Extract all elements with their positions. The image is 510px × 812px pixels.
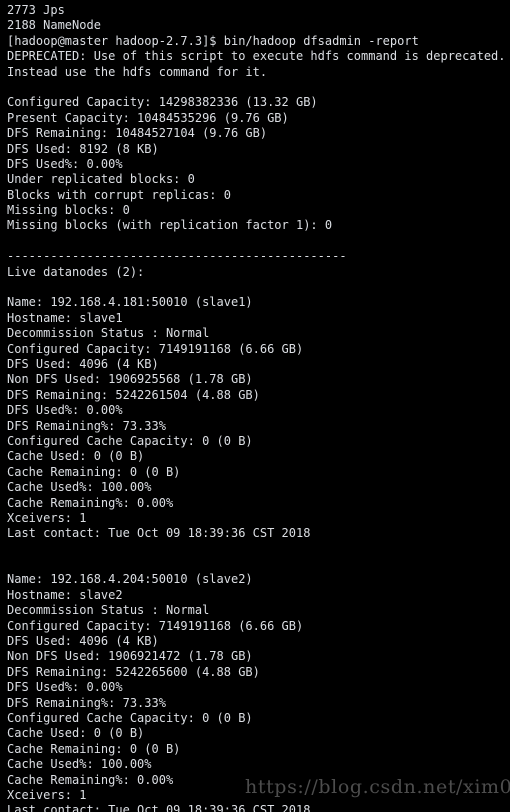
terminal-line: Present Capacity: 10484535296 (9.76 GB) xyxy=(7,110,289,125)
terminal-line: DFS Used: 4096 (4 KB) xyxy=(7,634,159,649)
terminal-line: DFS Used%: 0.00% xyxy=(7,680,123,695)
terminal-line: DFS Used%: 0.00% xyxy=(7,156,123,171)
terminal-line: DFS Remaining%: 73.33% xyxy=(7,418,166,433)
terminal-line: Xceivers: 1 xyxy=(7,787,87,802)
terminal-line: Hostname: slave2 xyxy=(7,587,123,602)
terminal-line: Configured Cache Capacity: 0 (0 B) xyxy=(7,710,253,725)
terminal-line: Cache Used: 0 (0 B) xyxy=(7,449,145,464)
terminal-line: Blocks with corrupt replicas: 0 xyxy=(7,187,231,202)
terminal-line: Non DFS Used: 1906921472 (1.78 GB) xyxy=(7,649,253,664)
terminal-line: Xceivers: 1 xyxy=(7,510,87,525)
terminal-line: Decommission Status : Normal xyxy=(7,603,210,618)
terminal-line: Hostname: slave1 xyxy=(7,310,123,325)
terminal-output[interactable]: 2773 Jps 2188 NameNode [hadoop@master hado… xyxy=(7,3,510,812)
terminal-line: 2188 NameNode xyxy=(7,18,101,33)
terminal-line: Non DFS Used: 1906925568 (1.78 GB) xyxy=(7,372,253,387)
terminal-line: Configured Capacity: 14298382336 (13.32 … xyxy=(7,95,318,110)
terminal-line: Under replicated blocks: 0 xyxy=(7,172,195,187)
terminal-line: Missing blocks (with replication factor … xyxy=(7,218,333,233)
terminal-line: Configured Capacity: 7149191168 (6.66 GB… xyxy=(7,341,304,356)
terminal-line: Cache Remaining%: 0.00% xyxy=(7,772,174,787)
terminal-line: DFS Remaining: 5242265600 (4.88 GB) xyxy=(7,664,260,679)
terminal-line: [hadoop@master hadoop-2.7.3]$ bin/hadoop… xyxy=(7,33,419,48)
terminal-line: Last contact: Tue Oct 09 18:39:36 CST 20… xyxy=(7,803,311,812)
terminal-line: Cache Remaining: 0 (0 B) xyxy=(7,741,181,756)
terminal-line: 2773 Jps xyxy=(7,3,65,17)
terminal-line: Name: 192.168.4.204:50010 (slave2) xyxy=(7,572,253,587)
terminal-line: Instead use the hdfs command for it. xyxy=(7,64,268,79)
terminal-line: Missing blocks: 0 xyxy=(7,203,130,218)
terminal-line: Configured Cache Capacity: 0 (0 B) xyxy=(7,433,253,448)
terminal-line: DFS Remaining: 5242261504 (4.88 GB) xyxy=(7,387,260,402)
terminal-window[interactable]: 2773 Jps 2188 NameNode [hadoop@master hado… xyxy=(0,0,510,812)
terminal-line: DFS Remaining%: 73.33% xyxy=(7,695,166,710)
terminal-line: Cache Used: 0 (0 B) xyxy=(7,726,145,741)
terminal-line: Name: 192.168.4.181:50010 (slave1) xyxy=(7,295,253,310)
terminal-line: Cache Used%: 100.00% xyxy=(7,757,152,772)
terminal-line: Configured Capacity: 7149191168 (6.66 GB… xyxy=(7,618,304,633)
terminal-line: DFS Used: 4096 (4 KB) xyxy=(7,356,159,371)
terminal-line: Cache Used%: 100.00% xyxy=(7,480,152,495)
terminal-line: Decommission Status : Normal xyxy=(7,326,210,341)
terminal-line: Last contact: Tue Oct 09 18:39:36 CST 20… xyxy=(7,526,311,541)
terminal-line: Cache Remaining%: 0.00% xyxy=(7,495,174,510)
terminal-line: DFS Used%: 0.00% xyxy=(7,403,123,418)
terminal-line: Cache Remaining: 0 (0 B) xyxy=(7,464,181,479)
terminal-line: Live datanodes (2): xyxy=(7,264,145,279)
terminal-line: DEPRECATED: Use of this script to execut… xyxy=(7,49,506,64)
terminal-line: ----------------------------------------… xyxy=(7,249,347,264)
terminal-line: DFS Remaining: 10484527104 (9.76 GB) xyxy=(7,126,268,141)
terminal-line: DFS Used: 8192 (8 KB) xyxy=(7,141,159,156)
